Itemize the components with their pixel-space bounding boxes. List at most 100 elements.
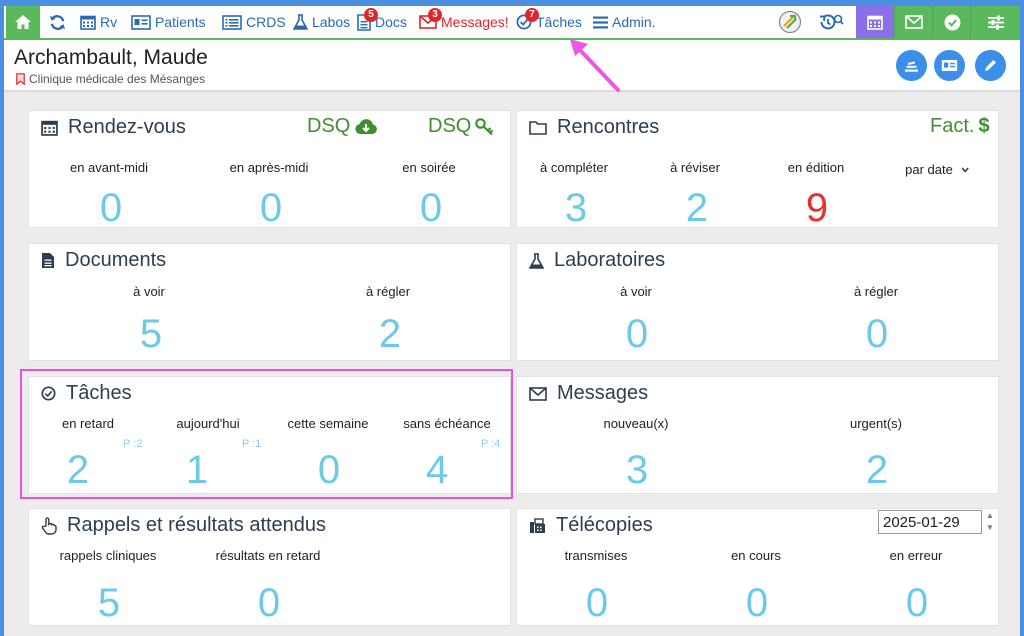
connection-status-icon (778, 10, 802, 34)
menu-bars-icon (593, 16, 608, 28)
telecopies-transmises-label: transmises (564, 548, 628, 563)
messages-title-text: Messages (557, 382, 649, 404)
rdv-avant-midi-label: en avant-midi (69, 160, 149, 175)
rdv-avant-midi-count[interactable]: 0 (100, 186, 122, 231)
messages-urgents-count[interactable]: 2 (866, 448, 888, 493)
folder-icon (529, 121, 547, 135)
sort-select[interactable]: par date (905, 162, 969, 177)
history-search-icon (820, 14, 844, 30)
labos-a-regler-count[interactable]: 0 (866, 312, 888, 357)
calendar-shortcut-button[interactable] (856, 6, 894, 38)
bookmark-icon (16, 73, 25, 85)
calendar-icon (80, 15, 96, 30)
stepper-up-icon[interactable]: ▲ (986, 511, 994, 521)
telecopies-transmises-count[interactable]: 0 (586, 581, 608, 626)
dollar-icon: $ (978, 115, 990, 137)
flask-icon (293, 14, 308, 30)
telecopies-en-erreur-count[interactable]: 0 (906, 581, 928, 626)
facturation-label: Fact. (930, 115, 975, 137)
rendez-vous-title-text: Rendez-vous (68, 116, 186, 138)
rendez-vous-card: Rendez-vous DSQ DSQ en avant-midi en apr… (28, 110, 511, 231)
nav-patients[interactable]: Patients (131, 6, 206, 38)
rencontres-en-edition-count[interactable]: 9 (806, 186, 828, 231)
rdv-soiree-count[interactable]: 0 (420, 186, 442, 231)
rencontres-en-edition-label: en édition (787, 160, 845, 175)
taches-en-retard-count[interactable]: 2 (67, 448, 89, 493)
nav-admin-label: Admin. (612, 14, 656, 30)
nav-admin[interactable]: Admin. (593, 6, 656, 38)
nav-docs-label: Docs (375, 14, 407, 30)
app-window: Rv Patients CRDS Labos Docs 5 Messages! … (4, 6, 1020, 636)
taches-aujourdhui-count[interactable]: 1 (186, 448, 208, 493)
settings-shortcut-button[interactable] (970, 6, 1020, 38)
rencontres-a-completer-count[interactable]: 3 (565, 186, 587, 231)
bridge-status-button[interactable] (778, 6, 802, 38)
summary-button[interactable] (896, 50, 927, 81)
rappels-cliniques-count[interactable]: 5 (98, 581, 120, 626)
telecopies-en-cours-label: en cours (731, 548, 781, 563)
messages-urgents-label: urgent(s) (849, 416, 903, 431)
edit-patient-button[interactable] (975, 50, 1006, 81)
patient-clinic: Clinique médicale des Mésanges (16, 72, 205, 86)
messages-shortcut-button[interactable] (894, 6, 933, 38)
taches-sans-echeance-count[interactable]: 4 (426, 448, 448, 493)
taches-aujourdhui-priority: P :1 (242, 438, 262, 450)
rdv-apres-midi-count[interactable]: 0 (260, 186, 282, 231)
history-search-button[interactable] (818, 6, 844, 38)
document-icon (42, 253, 54, 268)
messages-nouveaux-count[interactable]: 3 (626, 448, 648, 493)
rdv-soiree-label: en soirée (402, 160, 456, 175)
telecopies-en-cours-count[interactable]: 0 (746, 581, 768, 626)
refresh-button[interactable] (49, 6, 66, 38)
date-stepper[interactable]: ▲ ▼ (985, 511, 995, 533)
documents-title: Documents (41, 249, 166, 272)
docs-count-badge: 5 (364, 8, 378, 22)
taches-title: Tâches (41, 382, 132, 405)
messages-card: Messages nouveau(x) urgent(s) 3 2 (516, 376, 999, 494)
documents-a-regler-count[interactable]: 2 (379, 312, 401, 357)
nav-crds[interactable]: CRDS (222, 6, 286, 38)
telecopies-date-input[interactable] (878, 510, 982, 534)
nav-labos[interactable]: Labos (293, 6, 350, 38)
messages-nouveaux-label: nouveau(x) (603, 416, 669, 431)
facturation-button[interactable]: Fact. $ (930, 115, 990, 138)
laboratoires-title-text: Laboratoires (554, 249, 666, 271)
patient-name[interactable]: Archambault, Maude (14, 46, 208, 70)
telecopies-title: Télécopies (529, 514, 653, 537)
rencontres-a-reviser-count[interactable]: 2 (686, 186, 708, 231)
tasks-shortcut-button[interactable] (932, 6, 971, 38)
resultats-en-retard-label: résultats en retard (215, 548, 321, 563)
labos-a-voir-count[interactable]: 0 (626, 312, 648, 357)
documents-a-voir-count[interactable]: 5 (140, 312, 162, 357)
rencontres-a-completer-label: à compléter (540, 160, 608, 175)
stepper-down-icon[interactable]: ▼ (986, 523, 994, 533)
labos-a-voir-label: à voir (620, 284, 652, 299)
rendez-vous-title: Rendez-vous (41, 116, 186, 139)
calendar-icon (867, 15, 883, 30)
rencontres-card: Rencontres Fact. $ à compléter à réviser… (516, 110, 999, 231)
cloud-download-icon (355, 118, 378, 134)
sliders-icon (988, 15, 1004, 30)
id-card-icon (941, 59, 958, 72)
list-card-icon (222, 14, 242, 30)
taches-count-badge: 7 (525, 8, 539, 22)
home-button[interactable] (6, 6, 40, 38)
nav-rv[interactable]: Rv (80, 6, 117, 38)
stack-icon (905, 60, 918, 72)
patient-card-button[interactable] (934, 50, 965, 81)
taches-cette-semaine-label: cette semaine (287, 416, 369, 431)
check-circle-icon (944, 14, 960, 30)
taches-cette-semaine-count[interactable]: 0 (318, 448, 340, 493)
messages-count-badge: 3 (428, 8, 442, 22)
laboratoires-card: Laboratoires à voir à régler 0 0 (516, 243, 999, 361)
resultats-en-retard-count[interactable]: 0 (258, 581, 280, 626)
dsq-key-button[interactable]: DSQ (428, 115, 495, 138)
envelope-icon (905, 15, 923, 29)
id-card-icon (131, 14, 151, 30)
rappels-cliniques-label: rappels cliniques (59, 548, 157, 563)
nav-messages-label: Messages! (441, 14, 509, 30)
taches-sans-echeance-priority: P :4 (481, 438, 501, 450)
taches-card: Tâches en retard aujourd'hui cette semai… (28, 376, 511, 494)
dsq-download-button[interactable]: DSQ (307, 115, 378, 138)
documents-a-regler-label: à régler (365, 284, 411, 299)
